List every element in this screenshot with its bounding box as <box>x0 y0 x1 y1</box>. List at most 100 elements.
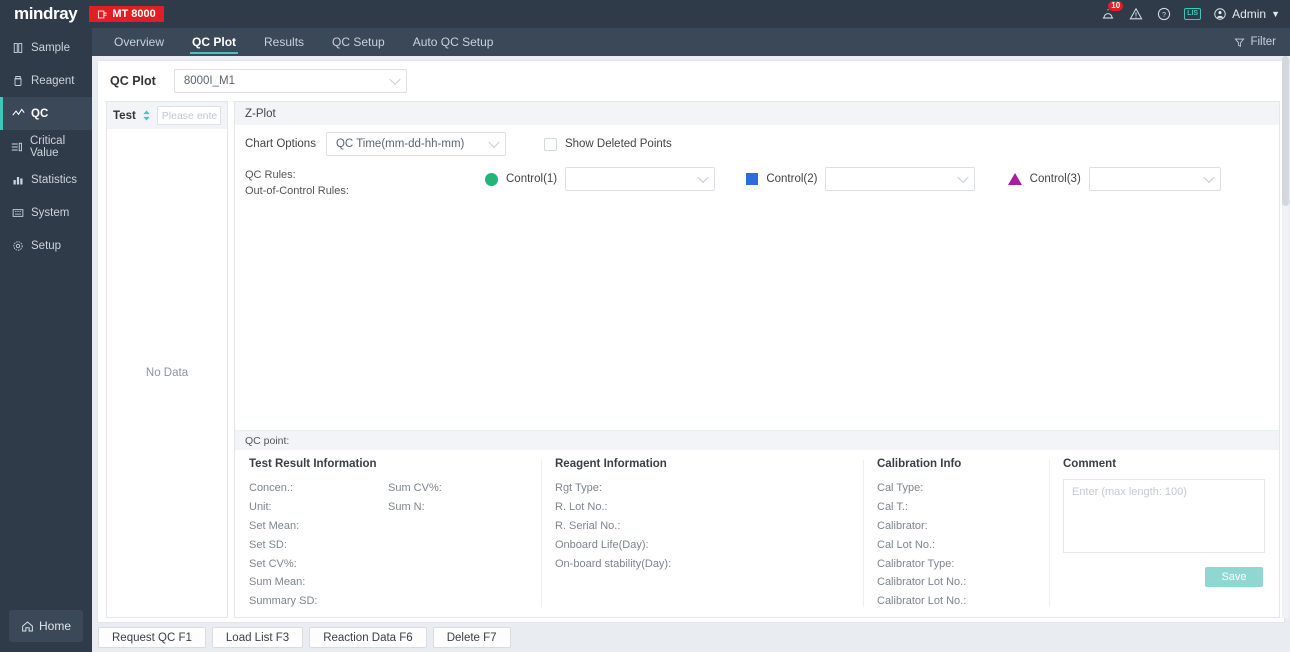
test-search-input[interactable]: Please ente <box>156 106 221 125</box>
field-label: Onboard Life(Day): <box>555 538 649 551</box>
qc-point-header: QC point: <box>235 431 1279 451</box>
sidebar-item-label: Reagent <box>31 74 75 87</box>
sidebar-item-reagent[interactable]: Reagent <box>0 64 92 97</box>
control-2: Control(2) <box>746 167 1007 191</box>
reaction-data-button[interactable]: Reaction Data F6 <box>309 627 427 648</box>
reagent-icon <box>11 75 25 87</box>
sidebar-item-statistics[interactable]: Statistics <box>0 163 92 196</box>
qc-point-body: Test Result Information Concen.: Unit: S… <box>235 450 1279 617</box>
control-3-marker-icon <box>1007 173 1022 185</box>
tab-qc-plot[interactable]: QC Plot <box>178 28 250 56</box>
body-wrapper: Sample Reagent QC Critical Value Statist… <box>0 28 1290 652</box>
filter-icon <box>1234 38 1245 47</box>
field-label: Rgt Type: <box>555 482 602 495</box>
chart-panel: Z-Plot Chart Options QC Time(mm-dd-hh-mm… <box>234 101 1280 618</box>
sidebar-item-label: Setup <box>31 239 62 252</box>
statistics-icon <box>11 174 25 186</box>
filter-button[interactable]: Filter <box>1234 28 1290 56</box>
test-list-body: No Data <box>107 129 227 617</box>
column-title: Comment <box>1063 458 1117 471</box>
qc-point-section: QC point: Test Result Information Concen… <box>235 430 1279 617</box>
field-label: On-board stability(Day): <box>555 557 672 570</box>
field-label: Calibrator: <box>877 520 928 533</box>
checkbox-box <box>543 137 557 151</box>
test-result-fields: Concen.: Unit: Set Mean: Set SD: Set CV%… <box>249 479 527 611</box>
top-header-bar: mindray MT 8000 10 ? LIS Admin ▼ <box>0 0 1290 28</box>
control-1-label: Control(1) <box>506 173 558 185</box>
chevron-down-icon: ▼ <box>1271 9 1280 19</box>
chevron-down-icon <box>957 171 970 184</box>
qcplot-selector-row: QC Plot 8000I_M1 <box>98 61 1284 101</box>
field-label: Cal Lot No.: <box>877 538 936 551</box>
control-2-marker-icon <box>746 173 759 185</box>
chevron-down-icon <box>488 136 500 149</box>
field-label: Set CV%: <box>249 557 297 570</box>
test-result-right-fields: Sum CV%: Sum N: <box>388 479 527 611</box>
test-column-label: Test <box>113 109 136 122</box>
chart-options-row: Chart Options QC Time(mm-dd-hh-mm) Show … <box>235 125 1279 163</box>
field-label: Cal T.: <box>877 501 908 514</box>
help-icon[interactable]: ? <box>1156 6 1172 22</box>
control-3-select[interactable] <box>1088 167 1221 191</box>
save-button[interactable]: Save <box>1205 567 1263 588</box>
tab-qc-setup[interactable]: QC Setup <box>318 28 399 56</box>
request-qc-button[interactable]: Request QC F1 <box>98 627 206 648</box>
sidebar-item-setup[interactable]: Setup <box>0 229 92 262</box>
alarm-icon[interactable]: 10 <box>1100 1 1124 22</box>
home-icon <box>22 620 33 631</box>
warning-icon[interactable] <box>1128 6 1144 22</box>
comment-textarea[interactable]: Enter (max length: 100) <box>1063 479 1265 554</box>
no-data-label: No Data <box>145 367 189 379</box>
chevron-down-icon <box>697 171 709 184</box>
device-name: MT 8000 <box>112 8 156 20</box>
chart-options-select[interactable]: QC Time(mm-dd-hh-mm) <box>325 132 506 156</box>
qc-rules-labels: QC Rules: Out-of-Control Rules: <box>245 167 485 199</box>
tab-overview[interactable]: Overview <box>100 28 178 56</box>
show-deleted-points-checkbox[interactable]: Show Deleted Points <box>543 137 672 151</box>
lis-icon[interactable]: LIS <box>1184 8 1202 20</box>
home-button[interactable]: Home <box>9 610 83 642</box>
control-1-select[interactable] <box>565 167 716 191</box>
sample-icon <box>11 42 25 54</box>
test-result-left-fields: Concen.: Unit: Set Mean: Set SD: Set CV%… <box>249 479 388 611</box>
calibration-info-column: Calibration Info Cal Type: Cal T.: Calib… <box>863 458 1049 611</box>
chevron-down-icon <box>389 73 401 86</box>
chevron-down-icon <box>1203 171 1215 184</box>
home-button-label: Home <box>38 619 71 633</box>
page-scrollbar-thumb[interactable] <box>1282 56 1289 206</box>
sidebar-item-label: Statistics <box>31 173 78 186</box>
sort-arrows-icon[interactable] <box>142 110 151 121</box>
test-list-panel: Test Please ente No Data <box>106 101 228 618</box>
user-menu[interactable]: Admin ▼ <box>1213 7 1280 21</box>
alarm-count-badge: 10 <box>1108 1 1124 11</box>
sidebar-item-label: System <box>31 206 70 219</box>
tab-bar: Overview QC Plot Results QC Setup Auto Q… <box>92 28 1290 56</box>
test-result-information-column: Test Result Information Concen.: Unit: S… <box>235 458 541 611</box>
control-2-select[interactable] <box>825 167 976 191</box>
qcplot-select[interactable]: 8000I_M1 <box>173 69 407 93</box>
delete-button[interactable]: Delete F7 <box>432 627 511 648</box>
bottom-action-bar: Request QC F1 Load List F3 Reaction Data… <box>92 623 1290 652</box>
filter-label: Filter <box>1250 36 1276 48</box>
sidebar-item-qc[interactable]: QC <box>0 97 92 130</box>
field-label: Sum Mean: <box>249 576 306 589</box>
page-scrollbar-track[interactable] <box>1282 56 1289 618</box>
lis-label: LIS <box>1184 8 1202 20</box>
column-title: Calibration Info <box>877 458 962 471</box>
control-3-label: Control(3) <box>1029 173 1081 185</box>
sidebar-item-critical-value[interactable]: Critical Value <box>0 130 92 163</box>
plot-drawing-area[interactable] <box>235 199 1279 431</box>
load-list-button[interactable]: Load List F3 <box>211 627 304 648</box>
tab-results[interactable]: Results <box>250 28 318 56</box>
column-title: Reagent Information <box>555 458 667 471</box>
control-3: Control(3) <box>1007 167 1269 191</box>
main-area: Overview QC Plot Results QC Setup Auto Q… <box>92 28 1290 652</box>
control-1: Control(1) <box>485 167 746 191</box>
sidebar-item-sample[interactable]: Sample <box>0 31 92 64</box>
sidebar-item-system[interactable]: System <box>0 196 92 229</box>
tab-auto-qc-setup[interactable]: Auto QC Setup <box>399 28 508 56</box>
setup-gear-icon <box>11 240 25 252</box>
control-group: Control(1) Control(2) Control(3) <box>485 167 1269 199</box>
tab-bar-spacer <box>507 28 1234 56</box>
header-icon-group: 10 ? LIS Admin ▼ <box>1100 1 1280 22</box>
